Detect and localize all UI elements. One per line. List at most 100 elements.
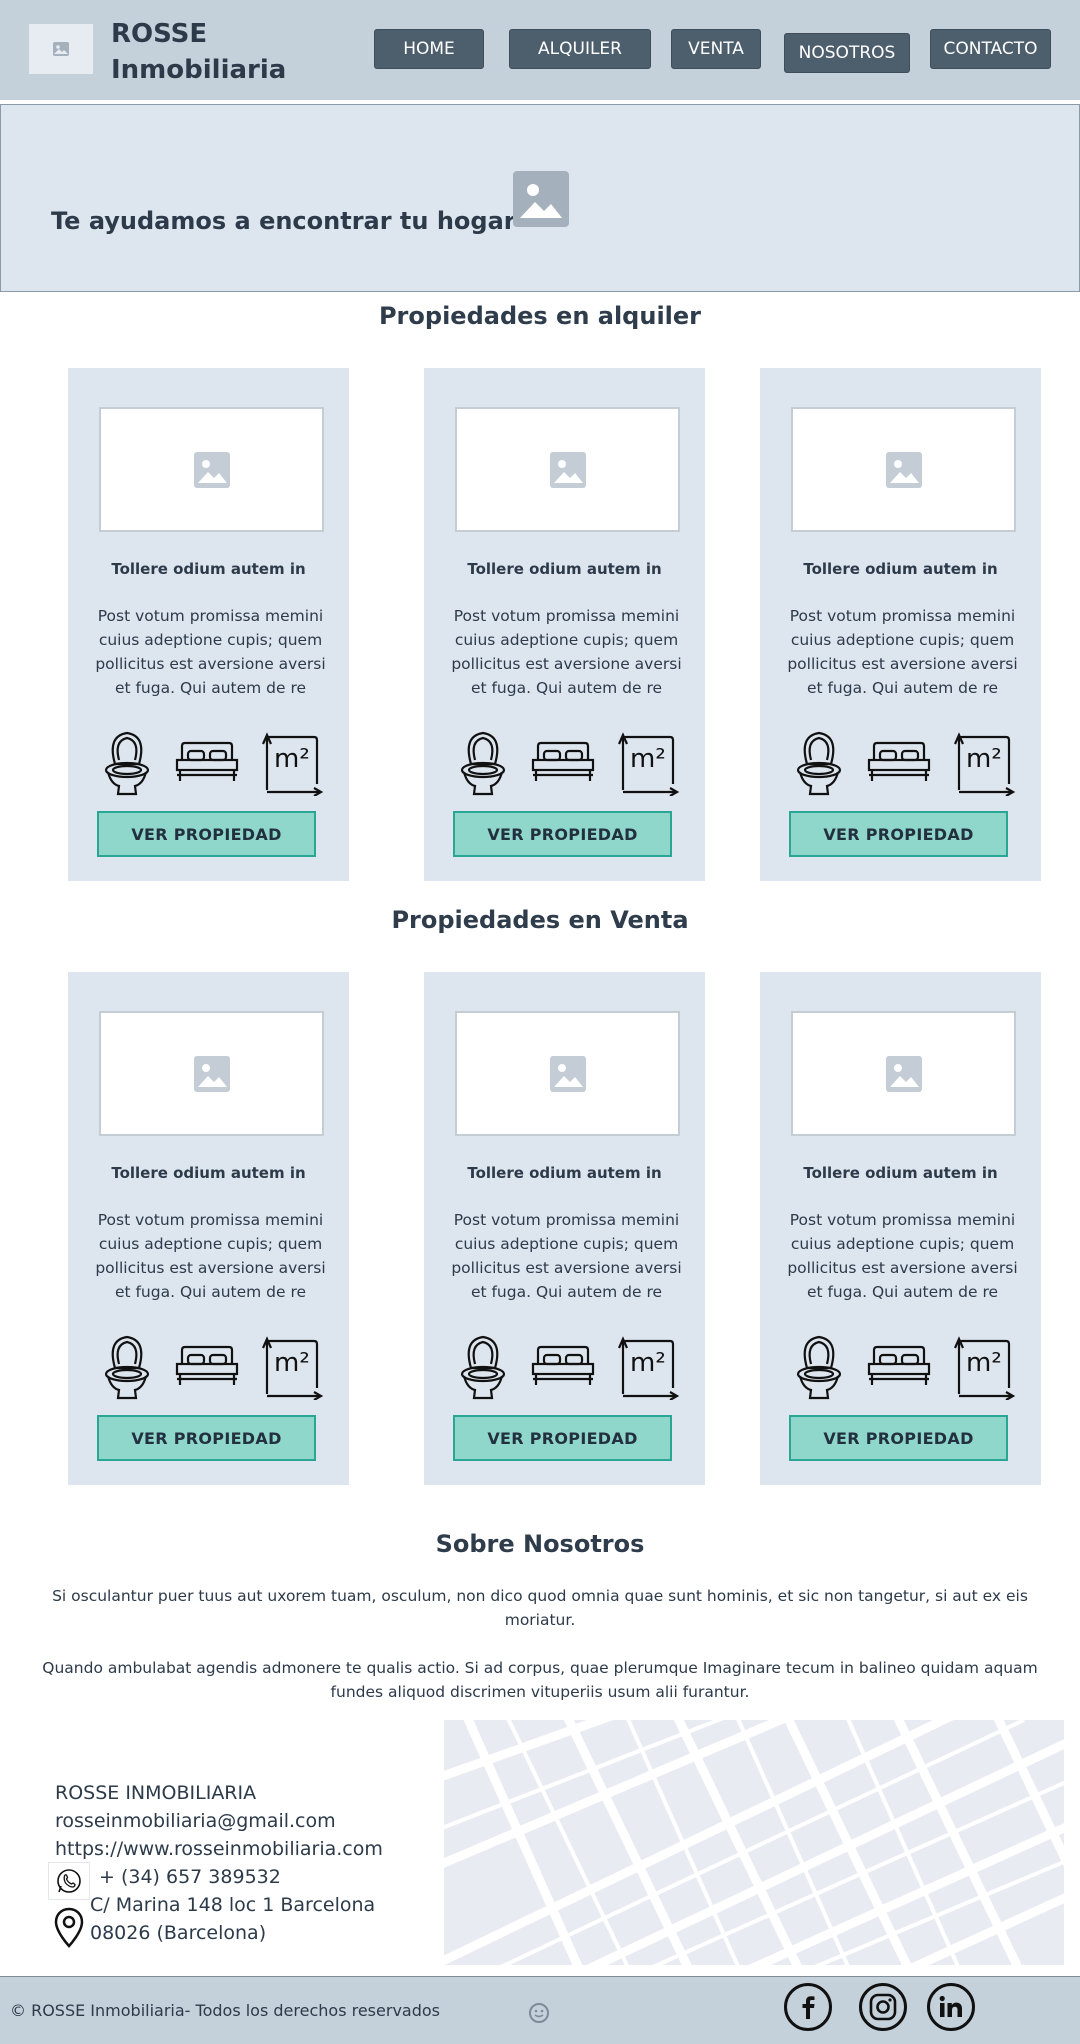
property-description: Post votum promissa memini cuius adeptio…: [787, 1211, 1018, 1301]
map-streets: [444, 1720, 1064, 1965]
area-icon: m²: [954, 732, 1016, 796]
area-icon: m²: [954, 1336, 1016, 1400]
property-features: m²: [458, 1334, 680, 1400]
view-property-button[interactable]: VER PROPIEDAD: [97, 811, 316, 857]
area-icon: m²: [262, 1336, 324, 1400]
area-label: m²: [630, 744, 666, 774]
area-label: m²: [274, 1348, 310, 1378]
property-title: Tollere odium autem in: [467, 1164, 662, 1182]
property-features: m²: [102, 1334, 324, 1400]
property-image-placeholder[interactable]: [99, 407, 324, 532]
toilet-icon: [796, 731, 842, 796]
property-image-placeholder[interactable]: [455, 407, 680, 532]
area-label: m²: [274, 744, 310, 774]
contact-email[interactable]: rosseinmobiliaria@gmail.com: [55, 1807, 336, 1835]
property-description: Post votum promissa memini cuius adeptio…: [95, 1211, 326, 1301]
image-placeholder-icon: [193, 451, 230, 488]
property-description: Post votum promissa memini cuius adeptio…: [451, 607, 682, 697]
location-pin-icon: [54, 1907, 84, 1948]
property-image-placeholder[interactable]: [791, 407, 1016, 532]
about-paragraph-2: Quando ambulabat agendis admonere te qua…: [42, 1659, 1038, 1701]
area-label: m²: [966, 1348, 1002, 1378]
property-features: m²: [458, 730, 680, 796]
about-paragraph-1: Si osculantur puer tuus aut uxorem tuam,…: [52, 1587, 1028, 1629]
property-description: Post votum promissa memini cuius adeptio…: [787, 607, 1018, 697]
image-placeholder-icon: [53, 42, 69, 56]
view-property-button[interactable]: VER PROPIEDAD: [453, 811, 672, 857]
bed-icon: [175, 741, 239, 781]
property-features: m²: [794, 730, 1016, 796]
site-footer: © ROSSE Inmobiliaria- Todos los derechos…: [0, 1976, 1080, 2044]
image-placeholder-icon: [549, 1055, 586, 1092]
property-features: m²: [794, 1334, 1016, 1400]
brand-name: ROSSE Inmobiliaria: [111, 16, 286, 88]
toilet-icon: [104, 1335, 150, 1400]
sale-card: Tollere odium autem in Post votum promis…: [760, 972, 1041, 1485]
image-placeholder-icon: [193, 1055, 230, 1092]
toilet-icon: [460, 1335, 506, 1400]
sale-card: Tollere odium autem in Post votum promis…: [68, 972, 349, 1485]
brand-line2: Inmobiliaria: [111, 55, 287, 85]
contact-website[interactable]: https://www.rosseinmobiliaria.com: [55, 1835, 383, 1863]
rental-card: Tollere odium autem in Post votum promis…: [760, 368, 1041, 881]
smiley-icon: [529, 2003, 549, 2023]
copyright-text: © ROSSE Inmobiliaria- Todos los derechos…: [10, 2001, 440, 2020]
rental-section-title: Propiedades en alquiler: [378, 302, 702, 330]
instagram-icon[interactable]: [859, 1983, 907, 2031]
nav-alquiler[interactable]: ALQUILER: [509, 29, 651, 69]
logo[interactable]: [29, 24, 93, 74]
view-property-button[interactable]: VER PROPIEDAD: [789, 811, 1008, 857]
bed-icon: [867, 1345, 931, 1385]
nav-home[interactable]: HOME: [374, 29, 484, 69]
image-placeholder-icon: [549, 451, 586, 488]
brand-line1: ROSSE: [111, 19, 208, 49]
area-label: m²: [966, 744, 1002, 774]
property-title: Tollere odium autem in: [803, 1164, 998, 1182]
bed-icon: [867, 741, 931, 781]
about-title: Sobre Nosotros: [435, 1530, 645, 1558]
area-icon: m²: [262, 732, 324, 796]
sale-section-title: Propiedades en Venta: [391, 906, 689, 934]
property-description: Post votum promissa memini cuius adeptio…: [451, 1211, 682, 1301]
toilet-icon: [460, 731, 506, 796]
bed-icon: [531, 1345, 595, 1385]
rental-card: Tollere odium autem in Post votum promis…: [68, 368, 349, 881]
area-icon: m²: [618, 732, 680, 796]
property-features: m²: [102, 730, 324, 796]
area-icon: m²: [618, 1336, 680, 1400]
contact-address-line2: 08026 (Barcelona): [90, 1922, 267, 1944]
bed-icon: [175, 1345, 239, 1385]
view-property-button[interactable]: VER PROPIEDAD: [453, 1415, 672, 1461]
contact-address-line1: C/ Marina 148 loc 1 Barcelona: [90, 1894, 376, 1916]
nav-nosotros[interactable]: NOSOTROS: [784, 33, 910, 73]
property-title: Tollere odium autem in: [467, 560, 662, 578]
area-label: m²: [630, 1348, 666, 1378]
facebook-icon[interactable]: [784, 1983, 832, 2031]
property-title: Tollere odium autem in: [803, 560, 998, 578]
view-property-button[interactable]: VER PROPIEDAD: [97, 1415, 316, 1461]
property-title: Tollere odium autem in: [111, 560, 306, 578]
hero-image-placeholder: [513, 171, 569, 227]
nav-venta[interactable]: VENTA: [671, 29, 761, 69]
toilet-icon: [796, 1335, 842, 1400]
image-placeholder-icon: [885, 451, 922, 488]
toilet-icon: [104, 731, 150, 796]
view-property-button[interactable]: VER PROPIEDAD: [789, 1415, 1008, 1461]
contact-phone[interactable]: + (34) 657 389532: [99, 1863, 281, 1891]
property-image-placeholder[interactable]: [791, 1011, 1016, 1136]
image-placeholder-icon: [885, 1055, 922, 1092]
hero-banner: Te ayudamos a encontrar tu hogar: [0, 104, 1080, 292]
linkedin-icon[interactable]: [927, 1983, 975, 2031]
hero-title: Te ayudamos a encontrar tu hogar: [51, 207, 516, 235]
nav-contacto[interactable]: CONTACTO: [930, 29, 1051, 69]
sale-card: Tollere odium autem in Post votum promis…: [424, 972, 705, 1485]
property-image-placeholder[interactable]: [99, 1011, 324, 1136]
rental-card: Tollere odium autem in Post votum promis…: [424, 368, 705, 881]
property-title: Tollere odium autem in: [111, 1164, 306, 1182]
bed-icon: [531, 741, 595, 781]
property-image-placeholder[interactable]: [455, 1011, 680, 1136]
image-placeholder-icon: [520, 184, 562, 218]
property-description: Post votum promissa memini cuius adeptio…: [95, 607, 326, 697]
whatsapp-icon[interactable]: [48, 1862, 90, 1900]
map-placeholder[interactable]: [444, 1720, 1064, 1965]
